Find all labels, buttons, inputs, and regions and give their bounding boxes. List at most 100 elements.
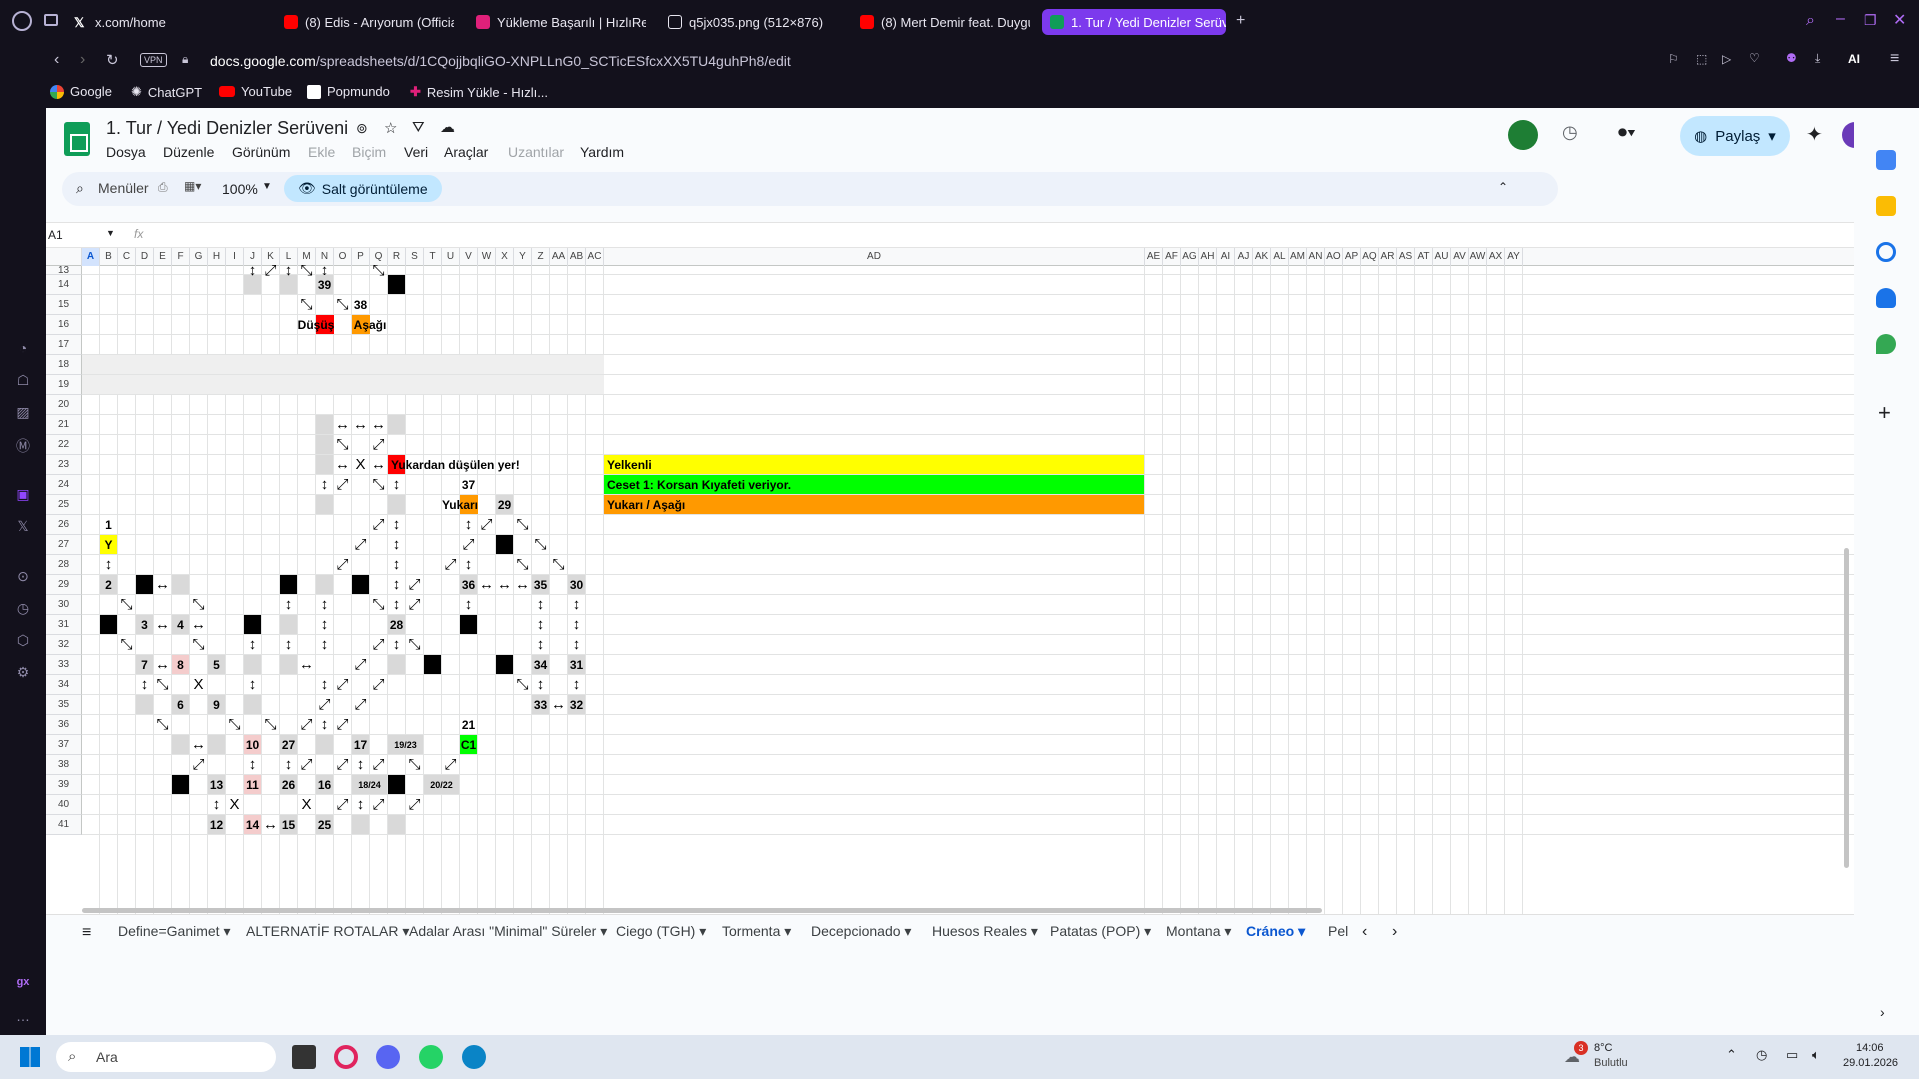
row-header[interactable]: 40 (46, 795, 82, 815)
column-header[interactable]: W (478, 248, 496, 266)
arrow-glyph[interactable]: ⤡ (118, 595, 135, 614)
map-cell[interactable]: 26 (280, 775, 297, 794)
edge-icon[interactable] (462, 1045, 486, 1069)
whatsapp-icon[interactable] (419, 1045, 443, 1069)
arrow-glyph[interactable]: ⤡ (154, 675, 171, 694)
aria-icon[interactable]: ◔ (14, 340, 32, 358)
arrow-glyph[interactable]: ⤢ (334, 555, 351, 574)
zoom-select[interactable]: 100% (222, 181, 258, 197)
arrow-glyph[interactable]: ↕ (568, 595, 585, 614)
row-header[interactable]: 36 (46, 715, 82, 735)
meet-icon[interactable]: ⏺▾ (1618, 122, 1636, 143)
arrow-glyph[interactable]: ⤢ (370, 435, 387, 454)
more-icon[interactable]: … (14, 1008, 32, 1026)
arrow-glyph[interactable]: ↕ (460, 515, 477, 534)
row-header[interactable]: 39 (46, 775, 82, 795)
arrow-glyph[interactable]: ↔ (334, 455, 351, 474)
arrow-glyph[interactable]: ⤢ (460, 535, 477, 554)
column-header[interactable]: AF (1163, 248, 1181, 266)
arrow-glyph[interactable]: ⤢ (370, 515, 387, 534)
map-cell[interactable]: 1 (100, 515, 117, 534)
cloud-status-icon[interactable]: ☁ (440, 118, 455, 136)
history-icon[interactable]: ◷ (14, 600, 32, 618)
row-header[interactable]: 15 (46, 295, 82, 315)
column-header[interactable]: AW (1469, 248, 1487, 266)
arrow-glyph[interactable]: ⤡ (514, 515, 531, 534)
arrow-glyph[interactable]: ↔ (370, 455, 387, 474)
bookmark-youtube[interactable]: YouTube (219, 84, 292, 99)
menu-yardim[interactable]: Yardım (580, 144, 624, 160)
row-header[interactable]: 28 (46, 555, 82, 575)
bookmark-chatgpt[interactable]: ✺ ChatGPT (131, 84, 202, 100)
arrow-glyph[interactable]: ↕ (460, 555, 477, 574)
clock-time[interactable]: 14:06 (1856, 1042, 1884, 1054)
sheet-tab[interactable]: Huesos Reales ▾ (932, 923, 1038, 940)
forward-icon[interactable]: › (80, 51, 85, 69)
arrow-glyph[interactable]: ⤡ (532, 535, 549, 554)
map-cell[interactable]: 10 (244, 735, 261, 754)
column-header[interactable]: G (190, 248, 208, 266)
tab-youtube-mert[interactable]: (8) Mert Demir feat. Duygu (852, 9, 1030, 35)
tab-x-home[interactable]: 𝕏 x.com/home (66, 9, 226, 35)
expand-panel-icon[interactable]: › (1880, 1004, 1885, 1020)
cell-fill[interactable] (424, 655, 441, 674)
arrow-glyph[interactable]: ↕ (388, 595, 405, 614)
map-cell[interactable]: 14 (244, 815, 261, 834)
arrow-glyph[interactable]: ↕ (316, 635, 333, 654)
arrow-glyph[interactable]: ⤡ (298, 295, 315, 314)
gemini-avatar[interactable] (1508, 120, 1538, 150)
arrow-glyph[interactable]: ⤡ (154, 715, 171, 734)
sheets-logo-icon[interactable] (64, 122, 90, 156)
vertical-scrollbar[interactable] (1844, 548, 1849, 868)
menus-search[interactable]: Menüler (98, 180, 149, 196)
arrow-glyph[interactable]: ⤢ (190, 755, 207, 774)
bot-icon[interactable]: ☖ (14, 372, 32, 390)
column-header[interactable]: V (460, 248, 478, 266)
column-header[interactable]: AD (604, 248, 1145, 266)
tasks-icon[interactable] (1876, 242, 1896, 262)
arrow-glyph[interactable]: X (352, 455, 369, 474)
arrow-glyph[interactable]: ⤢ (334, 475, 351, 494)
new-tab-icon[interactable]: + (1236, 12, 1245, 30)
ai-button[interactable]: AI (1848, 52, 1860, 66)
arrow-glyph[interactable]: ⤢ (334, 675, 351, 694)
cell-fill[interactable] (316, 415, 333, 434)
map-cell[interactable]: 18/24 (352, 775, 387, 794)
move-icon[interactable]: ⊚ (356, 120, 368, 137)
arrow-glyph[interactable]: ⤡ (190, 635, 207, 654)
cell-fill[interactable] (388, 415, 405, 434)
map-cell[interactable]: 3 (136, 615, 153, 634)
cell-fill[interactable] (172, 775, 189, 794)
close-window-icon[interactable]: ✕ (1893, 10, 1906, 30)
cell-fill[interactable] (496, 535, 513, 554)
cell-fill[interactable] (496, 655, 513, 674)
column-header[interactable]: AL (1271, 248, 1289, 266)
cell-fill[interactable] (244, 695, 261, 714)
arrow-glyph[interactable]: ⤡ (406, 635, 423, 654)
row-header[interactable]: 16 (46, 315, 82, 335)
map-cell[interactable]: 6 (172, 695, 189, 714)
map-cell[interactable]: 13 (208, 775, 225, 794)
arrow-glyph[interactable]: ↕ (316, 615, 333, 634)
arrow-glyph[interactable]: ⤡ (190, 595, 207, 614)
row-header[interactable]: 24 (46, 475, 82, 495)
minimize-icon[interactable]: – (1836, 10, 1845, 28)
map-cell[interactable]: 38 (352, 295, 369, 314)
paint-format-icon[interactable]: ▦▾ (184, 179, 201, 193)
arrow-glyph[interactable]: ↕ (208, 795, 225, 814)
sheet-tab[interactable]: Patatas (POP) ▾ (1050, 923, 1151, 940)
snapshot-icon[interactable]: ⬚ (1696, 52, 1707, 66)
arrow-glyph[interactable]: ⤡ (226, 715, 243, 734)
map-cell[interactable]: 39 (316, 275, 333, 294)
column-header[interactable]: E (154, 248, 172, 266)
column-header[interactable]: I (226, 248, 244, 266)
tab-hizliresim[interactable]: Yükleme Başarılı | HızlıRes (468, 9, 646, 35)
row-header[interactable]: 21 (46, 415, 82, 435)
arrow-glyph[interactable]: ⤢ (334, 755, 351, 774)
menu-duzenle[interactable]: Düzenle (163, 144, 214, 160)
column-header[interactable]: AV (1451, 248, 1469, 266)
cell-fill[interactable] (316, 455, 333, 474)
arrow-glyph[interactable]: ⤢ (370, 675, 387, 694)
column-header[interactable]: F (172, 248, 190, 266)
map-cell[interactable]: Yukarı (438, 495, 478, 514)
